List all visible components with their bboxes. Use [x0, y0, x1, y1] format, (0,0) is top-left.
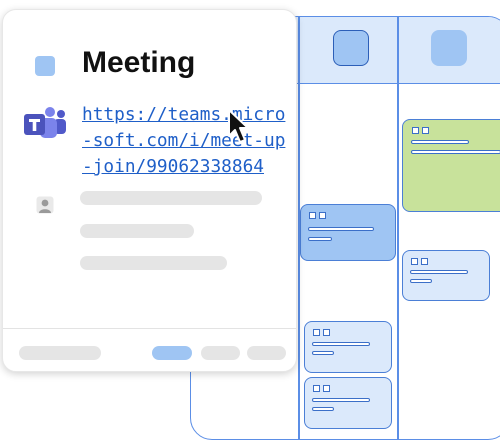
meeting-card: Meeting https://teams.micro-soft.com/i/m… — [2, 9, 297, 372]
calendar-event[interactable] — [402, 250, 490, 301]
calendar-color-icon — [35, 56, 55, 76]
footer-placeholder — [19, 346, 101, 360]
day-header-selected[interactable] — [333, 30, 369, 66]
primary-action-button[interactable] — [152, 346, 192, 360]
person-icon — [36, 196, 54, 214]
calendar-event[interactable] — [304, 321, 392, 373]
tertiary-action-button[interactable] — [247, 346, 286, 360]
calendar-event[interactable] — [304, 377, 392, 429]
meeting-join-link[interactable]: https://teams.micro-soft.com/i/meet-up-j… — [82, 102, 292, 180]
card-footer-divider — [3, 328, 296, 329]
microsoft-teams-icon — [24, 107, 66, 138]
secondary-action-button[interactable] — [201, 346, 240, 360]
column-divider — [397, 17, 399, 439]
day-header[interactable] — [431, 30, 467, 66]
calendar-event-green[interactable] — [402, 119, 500, 212]
meeting-title: Meeting — [82, 46, 196, 79]
calendar-event-selected[interactable] — [300, 204, 396, 261]
attendee-placeholder — [80, 191, 262, 205]
attendee-placeholder — [80, 224, 194, 238]
attendee-placeholder — [80, 256, 227, 270]
mouse-pointer-icon — [228, 109, 249, 143]
